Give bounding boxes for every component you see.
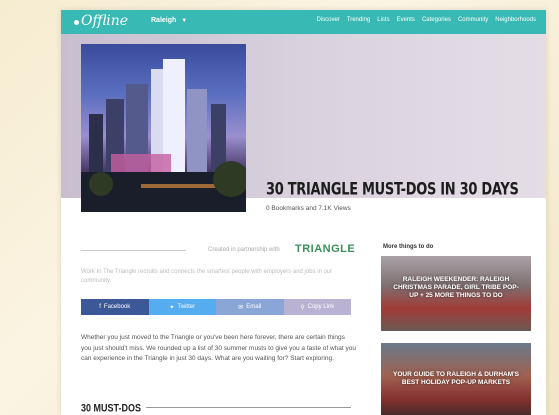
logo-icon: [74, 20, 79, 25]
nav-link-lists[interactable]: Lists: [377, 17, 389, 23]
email-share-button[interactable]: ✉ Email: [216, 299, 284, 315]
chevron-down-icon: ▼: [181, 18, 188, 24]
copy-link-label: Copy Link: [307, 304, 335, 310]
twitter-icon: ✦: [169, 304, 175, 311]
page: Offline Raleigh ▼ Discover Trending Lists…: [61, 10, 546, 415]
nav-link-trending[interactable]: Trending: [347, 17, 370, 23]
top-nav: Offline Raleigh ▼ Discover Trending Lists…: [61, 10, 546, 34]
email-label: Email: [246, 304, 262, 310]
city-selector[interactable]: Raleigh ▼: [151, 17, 187, 24]
hero-image: [81, 44, 246, 212]
nav-link-categories[interactable]: Categories: [422, 17, 451, 23]
nav-link-events[interactable]: Events: [397, 17, 415, 23]
partner-description: Work In The Triangle recruits and connec…: [81, 269, 333, 284]
related-card-title: YOUR GUIDE TO RALEIGH & DURHAM'S BEST HO…: [392, 371, 519, 386]
partner-text: Created in partnership with: [208, 247, 280, 253]
nav-links: Discover Trending Lists Events Categorie…: [316, 17, 536, 23]
site-logo[interactable]: Offline: [81, 13, 128, 29]
partner-logo[interactable]: TRIANGLE: [295, 243, 355, 255]
related-card[interactable]: YOUR GUIDE TO RALEIGH & DURHAM'S BEST HO…: [381, 343, 531, 415]
copy-link-button[interactable]: ⚲ Copy Link: [283, 299, 351, 315]
email-icon: ✉: [238, 304, 244, 311]
page-title: 30 TRIANGLE MUST-DOS IN 30 DAYS: [266, 180, 519, 200]
city-label: Raleigh: [151, 17, 177, 24]
twitter-share-button[interactable]: ✦ Twitter: [148, 299, 216, 315]
sidebar-heading: More things to do: [383, 244, 434, 250]
twitter-label: Twitter: [177, 304, 196, 310]
facebook-icon: f: [99, 304, 101, 310]
facebook-share-button[interactable]: f Facebook: [81, 299, 149, 315]
nav-link-community[interactable]: Community: [458, 17, 488, 23]
related-card-title: RALEIGH WEEKENDER: RALEIGH CHRISTMAS PAR…: [393, 276, 519, 299]
article-stats: 0 Bookmarks and 7.1K Views: [266, 205, 351, 212]
divider: [81, 250, 186, 251]
share-bar: f Facebook ✦ Twitter ✉ Email ⚲ Copy Link: [81, 299, 351, 315]
link-icon: ⚲: [300, 304, 305, 311]
section-divider: [146, 407, 351, 408]
nav-link-discover[interactable]: Discover: [316, 17, 339, 23]
related-card[interactable]: RALEIGH WEEKENDER: RALEIGH CHRISTMAS PAR…: [381, 256, 531, 331]
article-intro: Whether you just moved to the Triangle o…: [81, 334, 356, 362]
nav-link-neighborhoods[interactable]: Neighborhoods: [495, 17, 536, 23]
section-title: 30 MUST-DOS: [81, 402, 142, 414]
facebook-label: Facebook: [103, 304, 131, 310]
hero-banner: 30 TRIANGLE MUST-DOS IN 30 DAYS 0 Bookma…: [61, 34, 546, 212]
city-skyline-image: [81, 59, 246, 212]
